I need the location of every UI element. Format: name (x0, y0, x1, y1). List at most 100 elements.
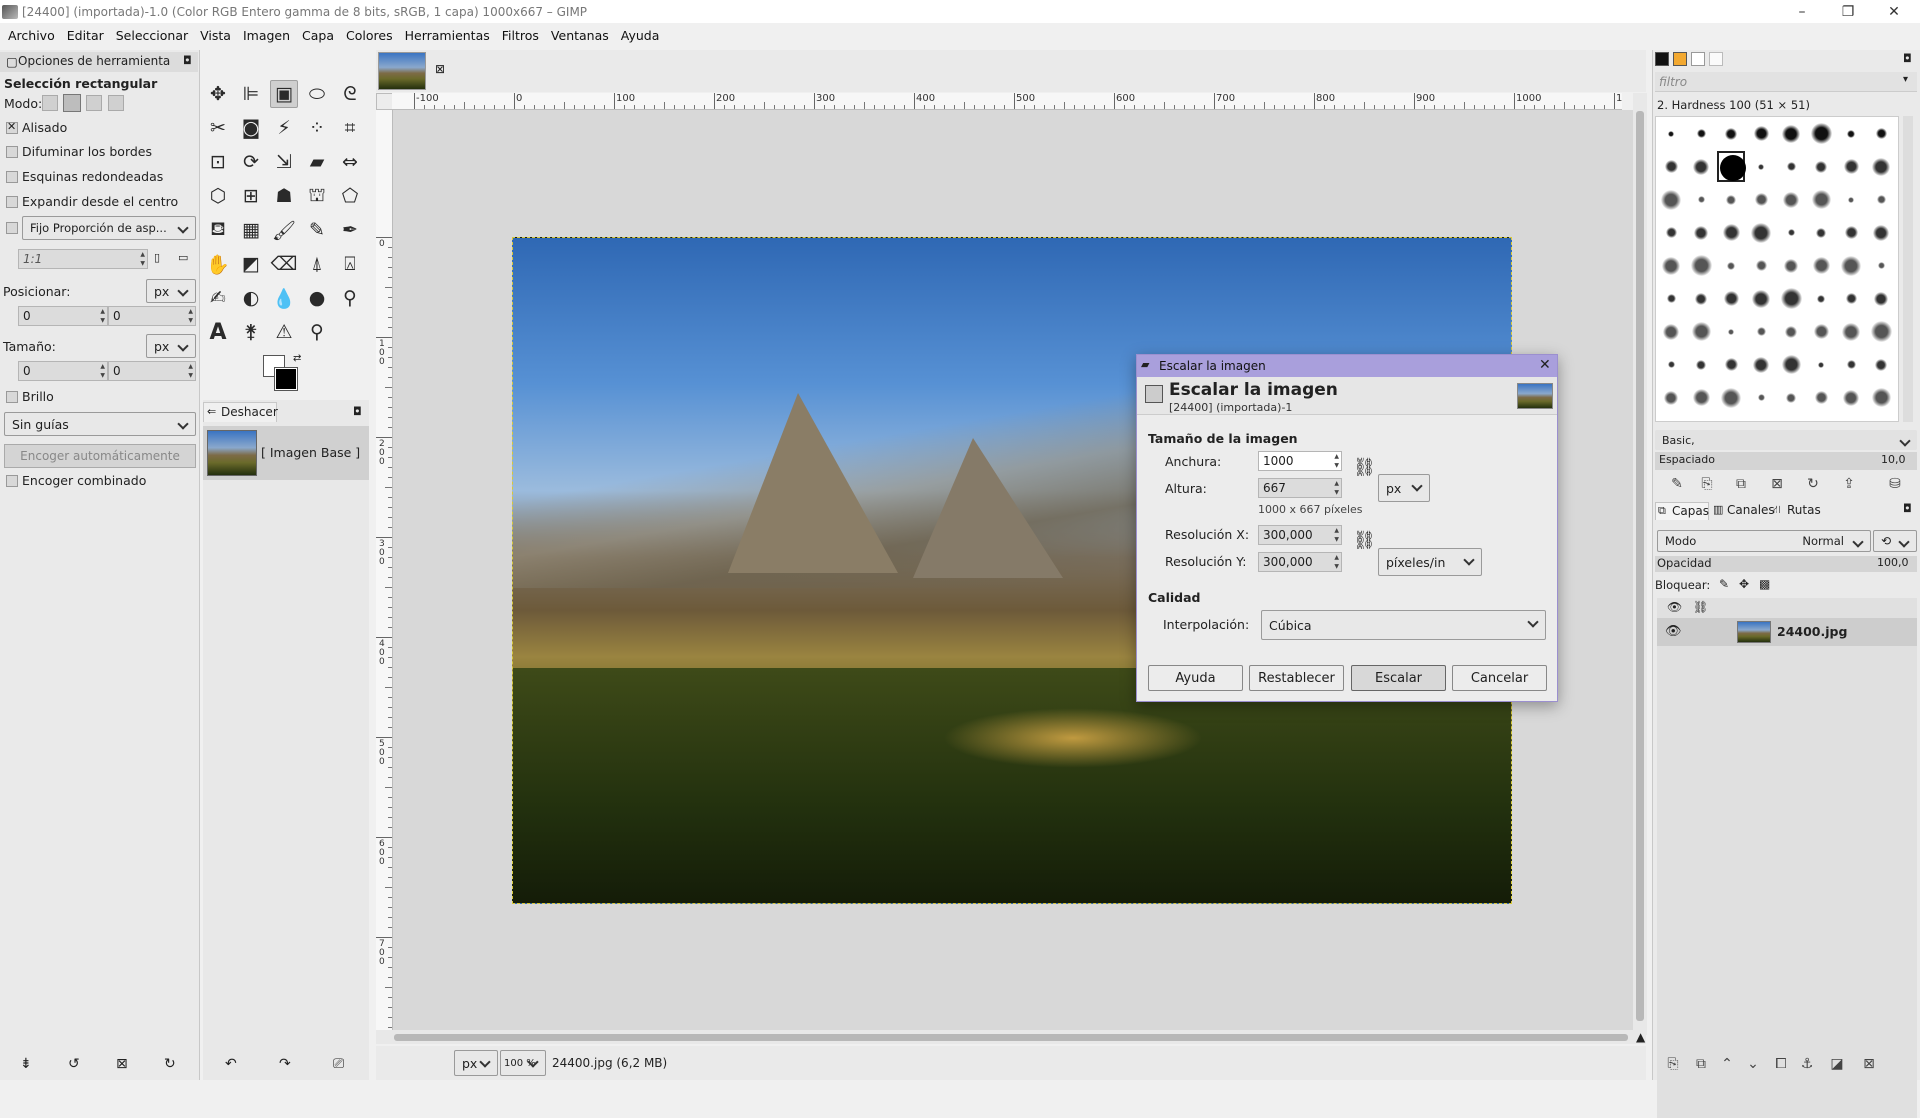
resolution-chain-link-icon[interactable]: ⛓ (1353, 530, 1376, 551)
duplicate-layer-icon[interactable]: ⧠ (1771, 1054, 1791, 1074)
opacity-slider[interactable]: Opacidad 100,0 (1655, 556, 1917, 572)
menu-vista[interactable]: Vista (194, 28, 237, 43)
brush-item[interactable] (1807, 118, 1835, 149)
brush-item[interactable] (1867, 250, 1895, 281)
refresh-brushes-icon[interactable]: ↻ (1803, 474, 1823, 494)
lock-pixels-icon[interactable]: ✎ (1719, 577, 1729, 591)
perspective-tool-icon[interactable]: ⬡ (204, 182, 232, 210)
brush-item[interactable] (1807, 349, 1835, 380)
portrait-icon[interactable]: ▯ (154, 251, 160, 264)
brush-item[interactable] (1837, 118, 1865, 149)
layers-panel-menu-icon[interactable]: ◘ (1903, 502, 1912, 515)
lock-alpha-icon[interactable]: ▩ (1759, 577, 1770, 591)
scissors-tool-icon[interactable]: ✂ (204, 114, 232, 142)
menu-imagen[interactable]: Imagen (237, 28, 296, 43)
landscape-icon[interactable]: ▭ (178, 251, 188, 264)
vertical-scrollbar[interactable] (1633, 93, 1647, 1035)
spacing-slider[interactable]: Espaciado 10,0 (1655, 452, 1917, 470)
brush-item[interactable] (1747, 316, 1775, 347)
brush-item[interactable] (1717, 217, 1745, 248)
maximize-button[interactable]: ❐ (1826, 0, 1870, 23)
ellipse-select-tool-icon[interactable]: ⬭ (303, 80, 331, 108)
brush-item[interactable] (1867, 184, 1895, 215)
brush-preset-dropdown[interactable]: Basic, (1655, 430, 1917, 450)
delete-options-icon[interactable]: ⊠ (116, 1056, 128, 1072)
menu-ayuda[interactable]: Ayuda (615, 28, 666, 43)
antialias-checkbox[interactable]: ✕ (6, 120, 18, 134)
brush-item[interactable] (1657, 217, 1685, 248)
brush-item[interactable] (1837, 217, 1865, 248)
heal-tool-icon[interactable]: ⍓ (336, 250, 364, 278)
layer-mode-dropdown[interactable]: Modo Normal (1657, 530, 1871, 552)
layer-row[interactable]: 👁 24400.jpg (1657, 618, 1917, 646)
brush-item[interactable] (1777, 349, 1805, 380)
size-unit-dropdown[interactable]: px (146, 334, 196, 358)
size-w-input[interactable]: 0 (18, 361, 108, 381)
3d-transform-tool-icon[interactable]: ⊞ (237, 182, 265, 210)
duplicate-brush-icon[interactable]: ⧉ (1731, 474, 1751, 494)
redo-icon[interactable]: ↷ (279, 1056, 291, 1072)
anchor-layer-icon[interactable]: ⚓ (1797, 1054, 1817, 1074)
brush-item[interactable] (1807, 217, 1835, 248)
new-layer-icon[interactable]: ⎘ (1663, 1054, 1683, 1074)
highlight-checkbox[interactable] (6, 391, 18, 403)
brush-item[interactable] (1687, 184, 1715, 215)
paintbrush-tool-icon[interactable]: 🖌 (270, 216, 298, 244)
undo-tab[interactable]: Deshacer (221, 405, 278, 419)
menu-colores[interactable]: Colores (340, 28, 399, 43)
position-x-input[interactable]: 0 (18, 306, 108, 326)
brush-item[interactable] (1777, 217, 1805, 248)
undo-item-row[interactable]: [ Imagen Base ] (203, 426, 369, 480)
brush-item[interactable] (1837, 250, 1865, 281)
brush-item[interactable] (1657, 283, 1685, 314)
brush-item[interactable] (1777, 316, 1805, 347)
clear-history-icon[interactable]: ⎚ (333, 1056, 344, 1072)
resx-input[interactable]: 300,000 (1258, 525, 1342, 545)
menu-ventanas[interactable]: Ventanas (545, 28, 615, 43)
brush-grid-scrollbar[interactable] (1903, 116, 1913, 422)
brush-item[interactable] (1717, 250, 1745, 281)
brush-item[interactable] (1807, 184, 1835, 215)
free-select-tool-icon[interactable]: ᘓ (336, 80, 364, 108)
brush-item[interactable] (1717, 151, 1746, 182)
mode-replace-icon[interactable] (42, 95, 58, 111)
color-select-tool-icon[interactable]: ⁘ (303, 114, 331, 142)
brush-item[interactable] (1837, 316, 1865, 347)
mode-add-icon[interactable] (63, 94, 81, 112)
reset-options-icon[interactable]: ↻ (164, 1056, 176, 1072)
tab-channels[interactable]: ▥ Canales (1711, 502, 1775, 520)
menu-herramientas[interactable]: Herramientas (399, 28, 496, 43)
cancel-button[interactable]: Cancelar (1452, 665, 1547, 691)
brush-filter-input[interactable]: filtro ▾ (1655, 72, 1917, 92)
brush-item[interactable] (1717, 118, 1745, 149)
brush-item[interactable] (1867, 151, 1895, 182)
brush-item[interactable] (1807, 316, 1835, 347)
ruler-corner-icon[interactable] (376, 93, 393, 110)
brush-item[interactable] (1747, 382, 1775, 413)
delete-brush-icon[interactable]: ⊠ (1767, 474, 1787, 494)
brush-item[interactable] (1657, 250, 1685, 281)
shrink-merged-checkbox[interactable] (6, 475, 18, 487)
clone-tool-icon[interactable]: ⍋ (303, 250, 331, 278)
brush-item[interactable] (1867, 118, 1895, 149)
scale-tool-icon[interactable]: ⇲ (270, 148, 298, 176)
status-unit-dropdown[interactable]: px (454, 1050, 498, 1076)
panel-menu-icon[interactable]: ◘ (183, 54, 192, 67)
brush-item[interactable] (1867, 316, 1895, 347)
brush-item[interactable] (1717, 382, 1745, 413)
brush-item[interactable] (1747, 217, 1775, 248)
brushes-panel-menu-icon[interactable]: ◘ (1903, 52, 1912, 65)
brush-item[interactable] (1837, 184, 1865, 215)
pencil-tool-icon[interactable]: ✎ (303, 216, 331, 244)
measure-tool-icon[interactable]: ⚠ (270, 318, 298, 346)
autoshrink-button[interactable]: Encoger automáticamente (4, 444, 196, 468)
burn-tool-icon[interactable]: ● (303, 284, 331, 312)
brush-item[interactable] (1657, 316, 1685, 347)
bucket-fill-tool-icon[interactable]: ⛾ (204, 216, 232, 244)
brush-item[interactable] (1777, 250, 1805, 281)
document-tab-icon[interactable] (1709, 52, 1723, 66)
smudge-tool-icon[interactable]: ✍ (204, 284, 232, 312)
brush-item[interactable] (1717, 316, 1745, 347)
close-window-button[interactable]: ✕ (1872, 0, 1916, 23)
position-unit-dropdown[interactable]: px (146, 279, 196, 303)
